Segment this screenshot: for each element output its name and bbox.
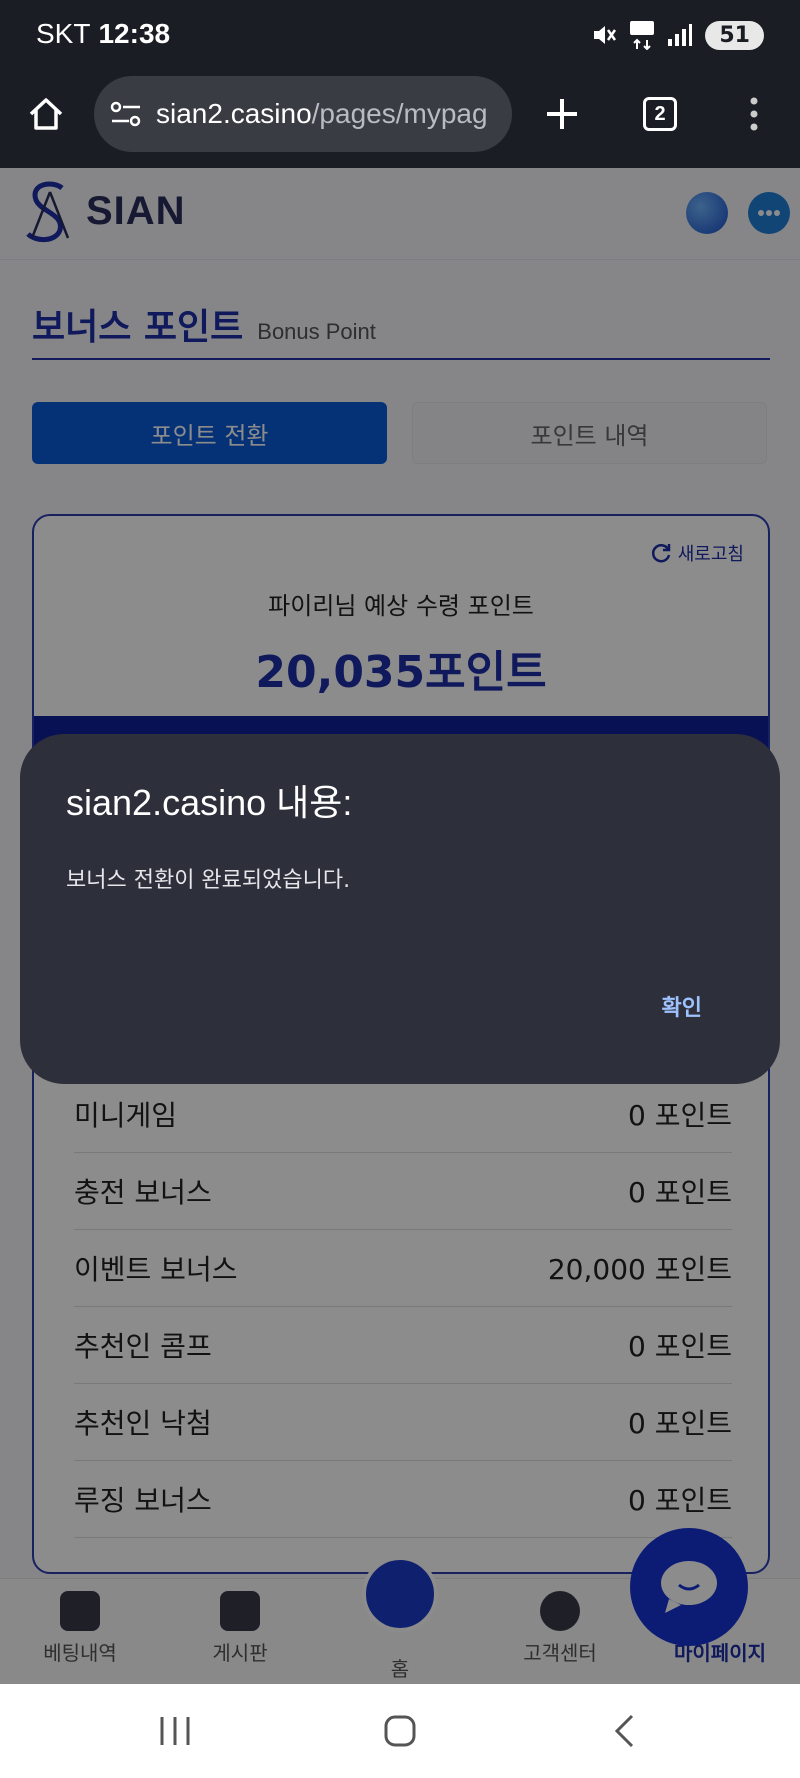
carrier-label: SKT (36, 18, 91, 49)
android-nav-bar (0, 1684, 800, 1778)
tab-count: 2 (643, 97, 677, 131)
alert-dialog: sian2.casino 내용: 보너스 전환이 완료되었습니다. 확인 (20, 734, 780, 1084)
dialog-message: 보너스 전환이 완료되었습니다. (66, 868, 351, 893)
recent-apps-icon (160, 1717, 190, 1745)
back-button[interactable] (594, 1708, 654, 1754)
dialog-ok-button[interactable]: 확인 (662, 990, 702, 1022)
url-path: /pages/mypag (311, 98, 488, 129)
status-time: 12:38 (98, 18, 171, 49)
address-bar[interactable]: sian2.casino/pages/mypag (94, 76, 512, 152)
url-host: sian2.casino (156, 98, 312, 129)
home-button[interactable] (16, 84, 76, 144)
battery-indicator: 51 (705, 20, 764, 50)
status-carrier: SKT 12:38 (36, 18, 170, 50)
browser-toolbar: sian2.casino/pages/mypag 2 (0, 70, 800, 168)
recent-apps-button[interactable] (145, 1708, 205, 1754)
android-home-icon (384, 1715, 416, 1747)
status-icons: 51 (591, 20, 764, 50)
signal-icon (668, 24, 693, 46)
network-5g-icon (630, 21, 655, 50)
site-settings-icon (110, 101, 141, 127)
more-vert-icon (750, 97, 758, 131)
dialog-title: sian2.casino 내용: (66, 782, 353, 823)
back-icon (614, 1714, 634, 1748)
tab-switcher-button[interactable]: 2 (630, 84, 690, 144)
browser-menu-button[interactable] (724, 84, 784, 144)
plus-icon (547, 99, 577, 129)
home-icon (29, 98, 63, 130)
android-home-button[interactable] (370, 1708, 430, 1754)
new-tab-button[interactable] (532, 84, 592, 144)
mute-icon (594, 26, 617, 44)
status-bar: SKT 12:38 51 (0, 0, 800, 70)
